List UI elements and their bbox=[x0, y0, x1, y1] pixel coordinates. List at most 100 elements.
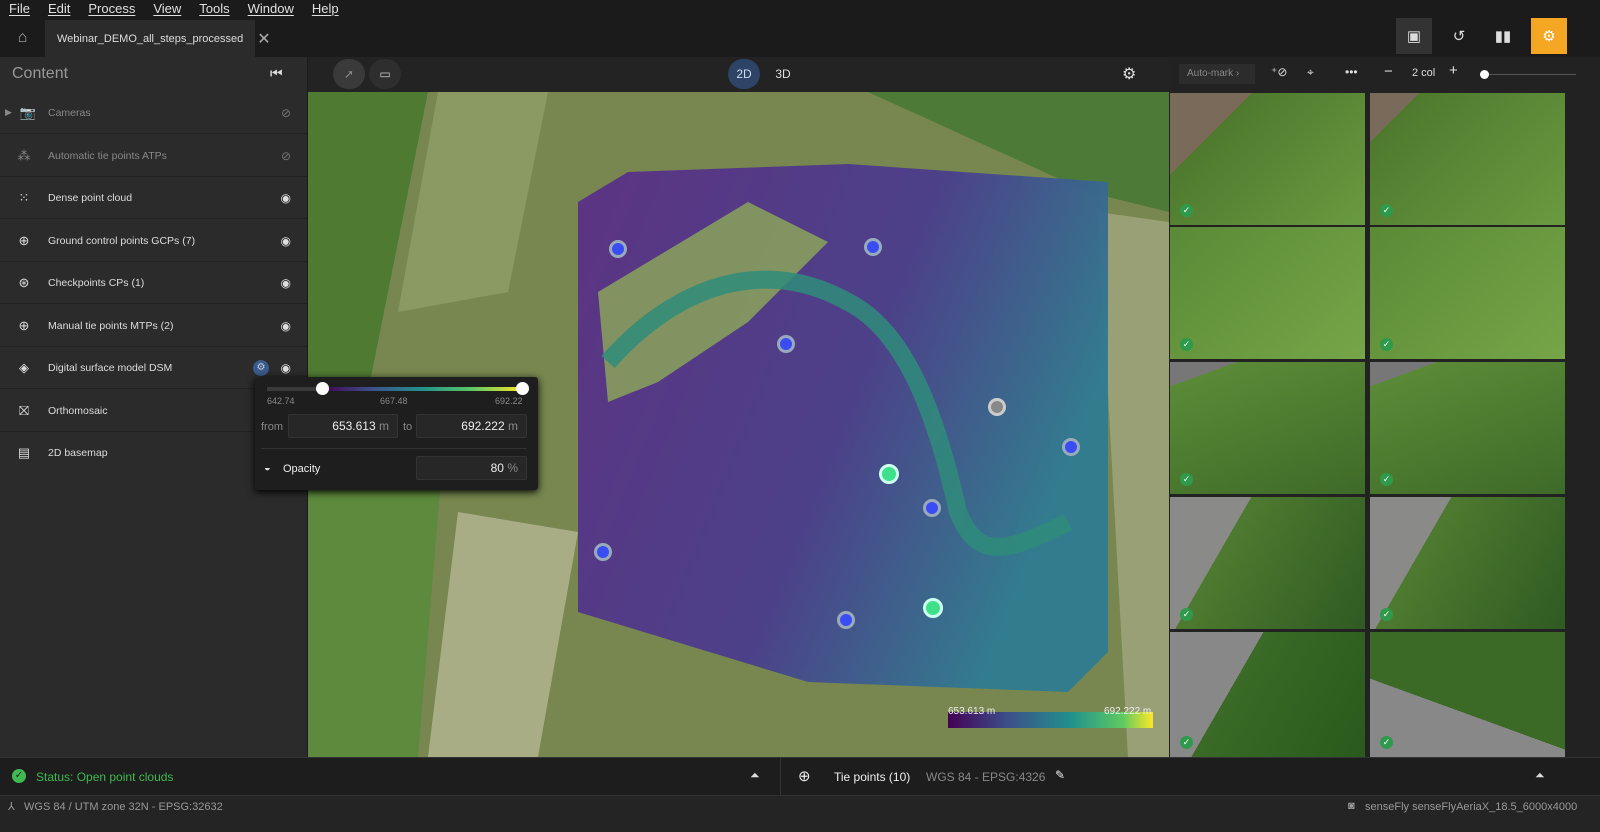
project-tab[interactable]: Webinar_DEMO_all_steps_processed ✕ bbox=[45, 20, 271, 57]
layer-cameras[interactable]: ▶ 📷 Cameras ⊘ bbox=[0, 92, 307, 134]
eye-icon[interactable]: ◉ bbox=[281, 276, 291, 290]
expand-panel-right-icon[interactable]: ⏶ bbox=[1535, 768, 1545, 783]
range-max-handle[interactable] bbox=[516, 382, 529, 395]
range-mid-label: 667.48 bbox=[380, 396, 408, 406]
check-icon: ✓ bbox=[1380, 736, 1393, 749]
gcp-icon: ⊕ bbox=[18, 232, 30, 248]
check-icon: ✓ bbox=[1380, 473, 1393, 486]
image-thumbnail[interactable]: ✓ bbox=[1170, 632, 1365, 757]
gcp-marker[interactable] bbox=[837, 611, 855, 629]
mode-3d-button[interactable]: 3D bbox=[767, 59, 799, 89]
image-thumbnail[interactable]: ✓ bbox=[1170, 93, 1365, 225]
eye-icon[interactable]: ◉ bbox=[281, 191, 291, 205]
status-text: Status: Open point clouds bbox=[36, 770, 174, 784]
collapse-sidebar-icon[interactable]: ⏮ bbox=[270, 65, 283, 82]
unit: % bbox=[507, 461, 518, 475]
basemap-icon: ▤ bbox=[17, 445, 31, 460]
image-thumbnail[interactable]: ✓ bbox=[1370, 497, 1565, 629]
image-thumbnail[interactable]: ✓ bbox=[1170, 227, 1365, 359]
menu-window[interactable]: Window bbox=[239, 0, 303, 18]
legend-min: 653.613 m bbox=[948, 706, 996, 717]
legend-max: 692.222 m bbox=[1104, 706, 1152, 717]
opacity-input[interactable]: 80 % bbox=[416, 456, 527, 480]
layer-mtps[interactable]: ⊕ Manual tie points MTPs (2) ◉ bbox=[0, 305, 307, 347]
dsm-icon: ◈ bbox=[19, 359, 29, 375]
expand-icon[interactable]: ▶ bbox=[5, 107, 12, 118]
image-thumbnail[interactable]: ✓ bbox=[1370, 362, 1565, 494]
menu-process[interactable]: Process bbox=[79, 0, 144, 18]
edit-crs-icon[interactable]: ✎ bbox=[1055, 768, 1065, 782]
footer-bar: ⅄ WGS 84 / UTM zone 32N - EPSG:32632 ◙ s… bbox=[0, 795, 1600, 832]
checkpoint-marker[interactable] bbox=[879, 464, 899, 484]
decrease-columns-icon[interactable]: − bbox=[1384, 63, 1393, 80]
opacity-icon: ◒ bbox=[264, 462, 271, 474]
menu-file[interactable]: File bbox=[0, 0, 39, 18]
images-view-icon[interactable]: ▣ bbox=[1396, 18, 1432, 54]
expand-panel-icon[interactable]: ⏶ bbox=[750, 768, 760, 783]
more-icon[interactable]: ••• bbox=[1345, 65, 1358, 79]
tie-points-label[interactable]: Tie points (10) bbox=[834, 770, 910, 784]
menu-edit[interactable]: Edit bbox=[39, 0, 79, 18]
image-thumbnail[interactable]: ✓ bbox=[1370, 93, 1565, 225]
gcp-marker[interactable] bbox=[777, 335, 795, 353]
from-input[interactable]: 653.613 m bbox=[288, 414, 398, 438]
status-bar: ✓ Status: Open point clouds ⏶ ⊕ Tie poin… bbox=[0, 757, 1600, 796]
map-toolbar: ➚ ▭ 2D 3D ⚙ bbox=[308, 57, 1169, 92]
to-input[interactable]: 692.222 m bbox=[416, 414, 527, 438]
eye-off-icon[interactable]: ⊘ bbox=[281, 149, 291, 163]
select-tool-icon[interactable]: ➚ bbox=[333, 59, 365, 89]
image-thumbnail[interactable]: ✓ bbox=[1370, 632, 1565, 757]
eye-icon[interactable]: ◉ bbox=[281, 319, 291, 333]
layer-label: Manual tie points MTPs (2) bbox=[48, 319, 174, 332]
eye-off-icon[interactable]: ⊘ bbox=[281, 106, 291, 120]
gcp-marker[interactable] bbox=[864, 238, 882, 256]
focus-marker-icon[interactable]: ⌖ bbox=[1307, 65, 1314, 80]
history-icon[interactable]: ↺ bbox=[1441, 18, 1477, 54]
zoom-slider-track[interactable] bbox=[1481, 74, 1576, 75]
zoom-slider-handle[interactable] bbox=[1480, 70, 1489, 79]
check-icon: ✓ bbox=[1380, 608, 1393, 621]
image-thumbnail[interactable]: ✓ bbox=[1170, 362, 1365, 494]
gcp-marker[interactable] bbox=[923, 499, 941, 517]
settings-icon[interactable]: ⚙ bbox=[1531, 18, 1567, 54]
layer-checkpoints[interactable]: ⊛ Checkpoints CPs (1) ◉ bbox=[0, 262, 307, 304]
close-tab-icon[interactable]: ✕ bbox=[257, 29, 270, 49]
gcp-marker[interactable] bbox=[594, 543, 612, 561]
stats-icon[interactable]: ▮▮ bbox=[1485, 18, 1521, 54]
range-min-handle[interactable] bbox=[316, 382, 329, 395]
sidebar-title: Content bbox=[12, 65, 69, 82]
link-add-icon[interactable]: ⁺⊘ bbox=[1271, 65, 1287, 79]
image-thumbnail[interactable]: ✓ bbox=[1170, 497, 1365, 629]
check-icon: ✓ bbox=[1180, 204, 1193, 217]
divider bbox=[261, 448, 527, 449]
eye-icon[interactable]: ◉ bbox=[281, 361, 291, 375]
measure-tool-icon[interactable]: ▭ bbox=[369, 59, 401, 89]
divider bbox=[780, 758, 781, 796]
menu-tools[interactable]: Tools bbox=[190, 0, 238, 18]
checkpoint-icon: ⊛ bbox=[18, 274, 30, 290]
orthomosaic-icon: ⛝ bbox=[19, 402, 29, 418]
checkpoint-marker[interactable] bbox=[923, 598, 943, 618]
layer-settings-icon[interactable]: ⚙ bbox=[253, 359, 269, 376]
layer-atps[interactable]: ⁂ Automatic tie points ATPs ⊘ bbox=[0, 135, 307, 177]
gcp-marker[interactable] bbox=[609, 240, 627, 258]
camera-icon: 📷 bbox=[19, 104, 37, 120]
menu-view[interactable]: View bbox=[144, 0, 190, 18]
layer-dense-point-cloud[interactable]: ⁙ Dense point cloud ◉ bbox=[0, 177, 307, 219]
menu-help[interactable]: Help bbox=[303, 0, 348, 18]
eye-icon[interactable]: ◉ bbox=[281, 234, 291, 248]
check-icon: ✓ bbox=[1180, 736, 1193, 749]
home-icon[interactable]: ⌂ bbox=[0, 18, 45, 57]
gcp-marker[interactable] bbox=[1062, 438, 1080, 456]
increase-columns-icon[interactable]: + bbox=[1449, 62, 1458, 79]
map-settings-icon[interactable]: ⚙ bbox=[1122, 64, 1136, 84]
image-thumbnail[interactable]: ✓ bbox=[1370, 227, 1565, 359]
mode-2d-button[interactable]: 2D bbox=[728, 59, 760, 89]
automark-button[interactable]: Auto-mark › bbox=[1179, 64, 1255, 84]
layer-gcps[interactable]: ⊕ Ground control points GCPs (7) ◉ bbox=[0, 220, 307, 262]
to-value: 692.222 bbox=[461, 419, 505, 433]
mtp-icon: ⊕ bbox=[18, 317, 30, 333]
unit: m bbox=[508, 419, 518, 433]
mtp-marker[interactable] bbox=[988, 398, 1006, 416]
range-slider-fill bbox=[322, 387, 523, 391]
